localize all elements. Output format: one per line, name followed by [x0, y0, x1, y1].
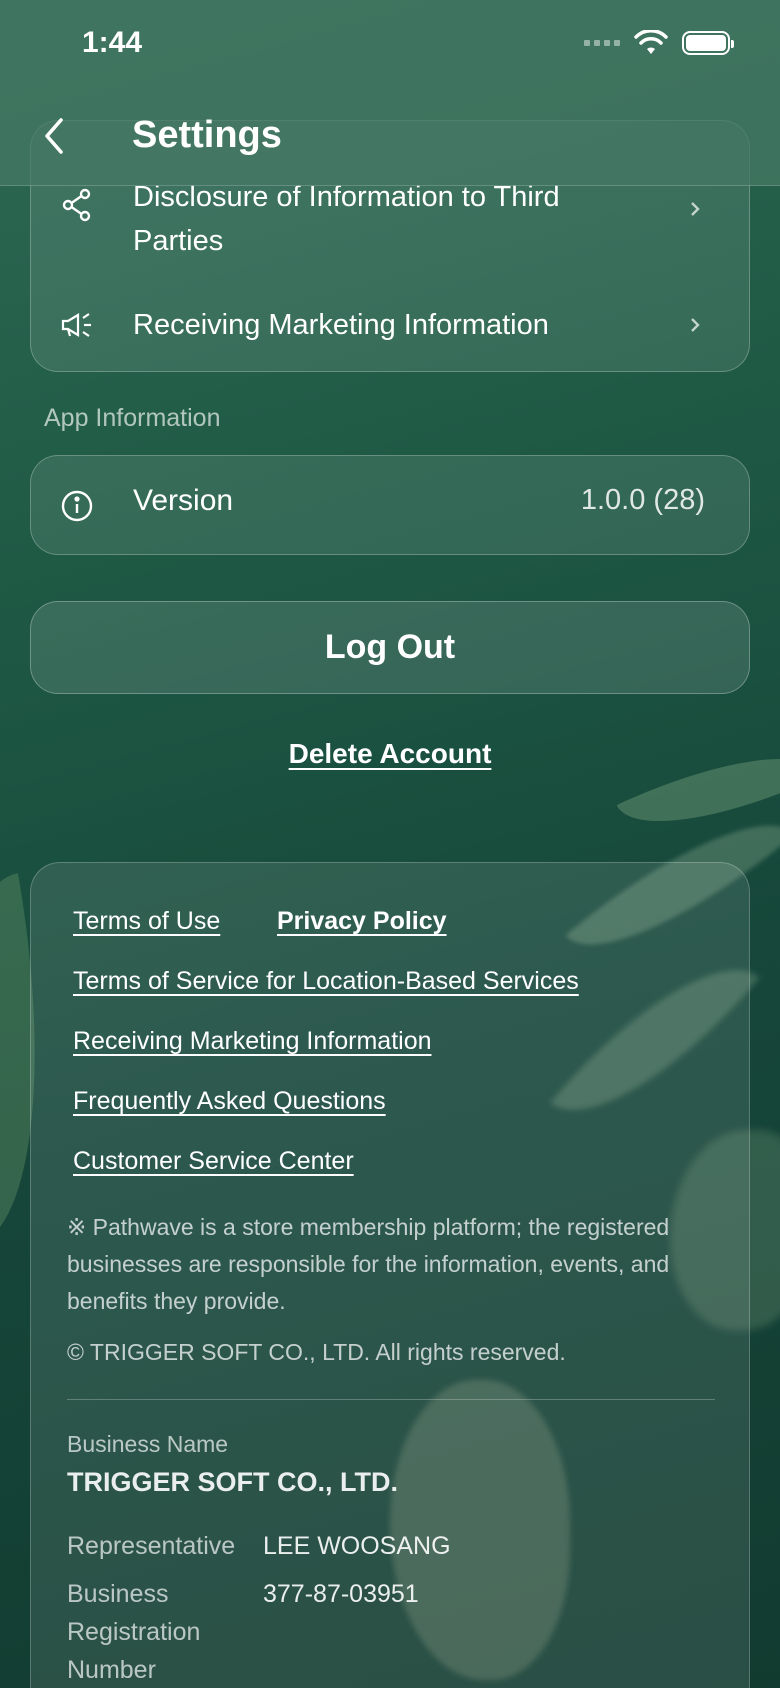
location-terms-link[interactable]: Terms of Service for Location-Based Serv…	[73, 967, 579, 996]
signal-icon	[584, 40, 620, 46]
copyright-text: © TRIGGER SOFT CO., LTD. All rights rese…	[67, 1339, 566, 1365]
info-icon	[61, 490, 93, 522]
representative-value: LEE WOOSANG	[263, 1532, 451, 1560]
version-value: 1.0.0 (28)	[580, 484, 705, 516]
terms-of-use-link[interactable]: Terms of Use	[73, 907, 220, 936]
version-label: Version	[133, 484, 234, 517]
battery-icon	[682, 31, 734, 55]
delete-account-link: Delete Account	[0, 738, 780, 770]
status-icons	[584, 30, 734, 56]
status-time: 1:44	[82, 26, 143, 59]
receiving-marketing-row[interactable]: Receiving Marketing Information	[31, 297, 751, 353]
footer-divider	[67, 1399, 715, 1400]
registration-number-label: Business Registration Number	[67, 1580, 201, 1684]
header-bar: 1:44 Settings	[0, 0, 780, 186]
marketing-label: Receiving Marketing Information	[133, 309, 549, 341]
share-icon	[59, 187, 95, 223]
business-name-label: Business Name	[67, 1431, 229, 1457]
privacy-policy-link[interactable]: Privacy Policy	[277, 907, 447, 936]
chevron-left-icon	[45, 118, 63, 154]
registration-number-value: 377-87-03951	[263, 1580, 419, 1608]
delete-account-link-text[interactable]: Delete Account	[289, 738, 492, 769]
faq-link[interactable]: Frequently Asked Questions	[73, 1087, 386, 1116]
wifi-icon	[634, 30, 668, 54]
app-information-section-label: App Information	[44, 404, 221, 432]
back-button[interactable]	[34, 112, 74, 160]
chevron-right-icon	[691, 202, 700, 216]
megaphone-icon	[59, 307, 95, 343]
disclosure-label: Disclosure of Information to Third Parti…	[133, 181, 560, 257]
version-row: Version 1.0.0 (28)	[30, 455, 750, 555]
footer-card: Terms of Use Privacy Policy Terms of Ser…	[30, 862, 750, 1688]
disclosure-third-parties-row[interactable]: Disclosure of Information to Third Parti…	[31, 175, 751, 275]
platform-notice: ※ Pathwave is a store membership platfor…	[67, 1214, 670, 1314]
customer-service-link[interactable]: Customer Service Center	[73, 1147, 354, 1176]
page-title: Settings	[132, 114, 282, 156]
marketing-info-link[interactable]: Receiving Marketing Information	[73, 1027, 432, 1056]
representative-label: Representative	[67, 1532, 236, 1560]
chevron-right-icon	[691, 318, 700, 332]
log-out-button[interactable]: Log Out	[30, 601, 750, 694]
business-name-value: TRIGGER SOFT CO., LTD.	[67, 1467, 398, 1497]
